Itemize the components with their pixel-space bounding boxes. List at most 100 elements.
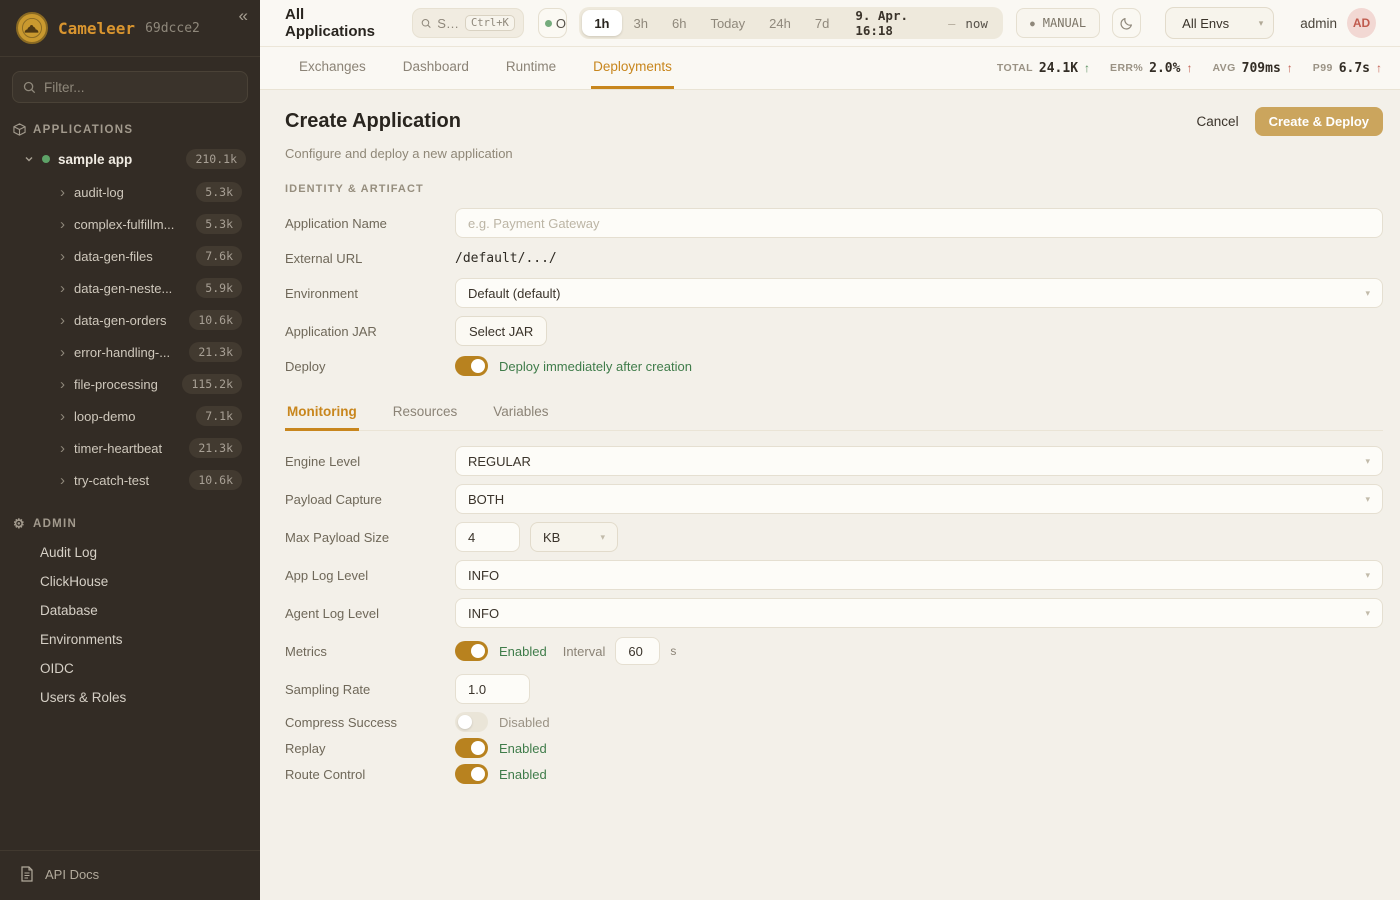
tab-monitoring[interactable]: Monitoring xyxy=(285,396,359,431)
select-jar-button[interactable]: Select JAR xyxy=(455,316,547,346)
api-docs-link[interactable]: API Docs xyxy=(0,850,260,900)
sampling-rate-input[interactable] xyxy=(455,674,530,704)
field-label: Metrics xyxy=(285,644,455,659)
count-badge: 115.2k xyxy=(182,374,242,394)
sidebar-item-clickhouse[interactable]: ClickHouse xyxy=(0,567,260,596)
field-label: Sampling Rate xyxy=(285,682,455,697)
page-header: Create Application Cancel Create & Deplo… xyxy=(285,107,1383,136)
collapse-sidebar-icon[interactable]: « xyxy=(239,7,248,24)
count-badge: 210.1k xyxy=(186,149,246,169)
count-badge: 7.6k xyxy=(196,246,242,266)
time-range-3h[interactable]: 3h xyxy=(622,10,660,36)
online-status-text: O xyxy=(556,16,566,31)
sidebar-item-users-roles[interactable]: Users & Roles xyxy=(0,683,260,712)
time-range-24h[interactable]: 24h xyxy=(757,10,803,36)
time-range-6h[interactable]: 6h xyxy=(660,10,698,36)
keyboard-shortcut-badge: Ctrl+K xyxy=(465,15,515,31)
sidebar-item-database[interactable]: Database xyxy=(0,596,260,625)
refresh-mode-button[interactable]: ● MANUAL xyxy=(1016,8,1100,38)
field-label: Engine Level xyxy=(285,454,455,469)
tab-exchanges[interactable]: Exchanges xyxy=(297,47,368,89)
dark-mode-toggle[interactable] xyxy=(1112,8,1141,38)
sidebar-item-environments[interactable]: Environments xyxy=(0,625,260,654)
compress-success-state-label: Disabled xyxy=(499,715,550,730)
compress-success-toggle[interactable] xyxy=(455,712,488,732)
chevron-right-icon: › xyxy=(60,281,65,296)
sidebar-route-data-gen-orders[interactable]: › data-gen-orders 10.6k xyxy=(0,304,260,336)
chevron-down-icon: ▾ xyxy=(1357,494,1370,505)
brand-logo xyxy=(16,12,48,44)
time-range-today[interactable]: Today xyxy=(698,10,757,36)
sidebar-route-data-gen-files[interactable]: › data-gen-files 7.6k xyxy=(0,240,260,272)
payload-capture-select[interactable]: BOTH ▾ xyxy=(455,484,1383,514)
sidebar-app-sample-app[interactable]: sample app 210.1k xyxy=(0,142,260,176)
external-url-value: /default/.../ xyxy=(455,251,557,266)
app-log-level-select[interactable]: INFO ▾ xyxy=(455,560,1383,590)
brand-name: Cameleer xyxy=(58,19,135,38)
agent-log-level-select[interactable]: INFO ▾ xyxy=(455,598,1383,628)
tab-dashboard[interactable]: Dashboard xyxy=(401,47,471,89)
payload-unit-select[interactable]: KB ▾ xyxy=(530,522,618,552)
count-badge: 7.1k xyxy=(196,406,242,426)
sidebar: « Cameleer 69dcce2 Filter... xyxy=(0,0,260,900)
replay-toggle[interactable] xyxy=(455,738,488,758)
sidebar-route-complex-fulfillment[interactable]: › complex-fulfillm... 5.3k xyxy=(0,208,260,240)
main-area: All Applications S… Ctrl+K O 1h 3h 6h To… xyxy=(260,0,1400,900)
sidebar-route-loop-demo[interactable]: › loop-demo 7.1k xyxy=(0,400,260,432)
metrics-interval-input[interactable] xyxy=(615,637,660,665)
replay-state-label: Enabled xyxy=(499,741,547,756)
avatar[interactable]: AD xyxy=(1347,8,1376,38)
monitoring-form: Engine Level REGULAR ▾ Payload Capture B… xyxy=(285,446,1383,784)
tab-deployments[interactable]: Deployments xyxy=(591,47,674,89)
deploy-toggle-label: Deploy immediately after creation xyxy=(499,359,692,374)
sidebar-route-data-gen-nested[interactable]: › data-gen-neste... 5.9k xyxy=(0,272,260,304)
metrics-state-label: Enabled xyxy=(499,644,547,659)
form-row-application-jar: Application JAR Select JAR xyxy=(285,316,1383,346)
deploy-toggle[interactable] xyxy=(455,356,488,376)
sidebar-item-oidc[interactable]: OIDC xyxy=(0,654,260,683)
tab-resources[interactable]: Resources xyxy=(391,396,460,431)
filter-input[interactable]: Filter... xyxy=(12,71,248,103)
application-name-input[interactable] xyxy=(455,208,1383,238)
field-label: Payload Capture xyxy=(285,492,455,507)
document-icon xyxy=(20,866,34,882)
tab-runtime[interactable]: Runtime xyxy=(504,47,558,89)
online-status-pill[interactable]: O xyxy=(538,8,567,38)
form-row-agent-log-level: Agent Log Level INFO ▾ xyxy=(285,598,1383,628)
topbar: All Applications S… Ctrl+K O 1h 3h 6h To… xyxy=(260,0,1400,47)
chevron-right-icon: › xyxy=(60,441,65,456)
username-label: admin xyxy=(1300,16,1337,31)
tab-variables[interactable]: Variables xyxy=(491,396,550,431)
engine-level-select[interactable]: REGULAR ▾ xyxy=(455,446,1383,476)
global-search-input[interactable]: S… Ctrl+K xyxy=(412,8,524,38)
search-icon xyxy=(23,81,36,94)
field-label: Application Name xyxy=(285,216,455,231)
max-payload-size-input[interactable] xyxy=(455,522,520,552)
time-range-7d[interactable]: 7d xyxy=(803,10,841,36)
form-row-route-control: Route Control Enabled xyxy=(285,764,1383,784)
sidebar-route-file-processing[interactable]: › file-processing 115.2k xyxy=(0,368,260,400)
form-row-metrics: Metrics Enabled Interval s xyxy=(285,636,1383,666)
form-row-deploy: Deploy Deploy immediately after creation xyxy=(285,354,1383,378)
metrics-toggle[interactable] xyxy=(455,641,488,661)
sidebar-route-error-handling[interactable]: › error-handling-... 21.3k xyxy=(0,336,260,368)
route-control-toggle[interactable] xyxy=(455,764,488,784)
time-range-1h[interactable]: 1h xyxy=(582,10,621,36)
sidebar-item-audit-log[interactable]: Audit Log xyxy=(0,538,260,567)
environment-select[interactable]: Default (default) ▾ xyxy=(455,278,1383,308)
cancel-button[interactable]: Cancel xyxy=(1197,114,1239,129)
form-row-sampling-rate: Sampling Rate xyxy=(285,674,1383,704)
time-to-value[interactable]: now xyxy=(957,16,1000,31)
chevron-down-icon: ▾ xyxy=(1357,608,1370,619)
sidebar-route-try-catch-test[interactable]: › try-catch-test 10.6k xyxy=(0,464,260,496)
page-title: Create Application xyxy=(285,110,461,133)
stats-bar: TOTAL 24.1K ↑ ERR% 2.0% ↑ AVG 709ms ↑ P9… xyxy=(997,47,1384,89)
trend-up-icon: ↑ xyxy=(1084,61,1090,75)
sidebar-route-audit-log[interactable]: › audit-log 5.3k xyxy=(0,176,260,208)
time-from-value[interactable]: 9. Apr. 16:18 xyxy=(841,8,946,38)
sidebar-route-timer-heartbeat[interactable]: › timer-heartbeat 21.3k xyxy=(0,432,260,464)
form-row-application-name: Application Name xyxy=(285,208,1383,238)
environment-filter-select[interactable]: All Envs ▾ xyxy=(1165,7,1274,39)
create-deploy-button[interactable]: Create & Deploy xyxy=(1255,107,1383,136)
time-range-group: 1h 3h 6h Today 24h 7d 9. Apr. 16:18 – no… xyxy=(579,7,1003,39)
